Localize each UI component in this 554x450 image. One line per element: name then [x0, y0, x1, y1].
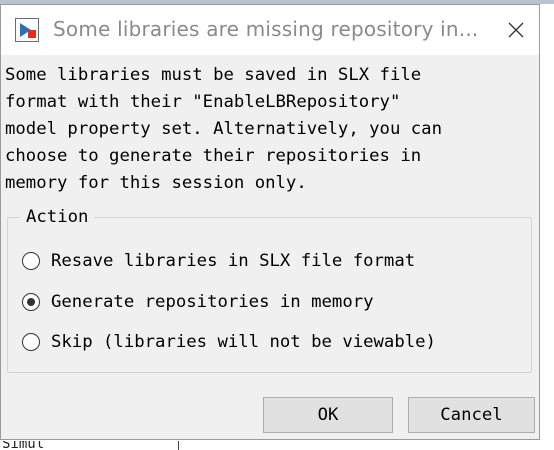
title-bar: Some libraries are missing repository in… — [1, 5, 539, 55]
option-label: Resave libraries in SLX file format — [51, 251, 416, 271]
option-label: Skip (libraries will not be viewable) — [51, 332, 436, 352]
option-label: Generate repositories in memory — [51, 292, 374, 312]
radio-generate[interactable] — [22, 293, 40, 311]
cancel-button[interactable]: Cancel — [408, 397, 535, 433]
radio-skip[interactable] — [22, 333, 40, 351]
background-divider — [178, 441, 179, 450]
close-button[interactable] — [493, 5, 539, 55]
action-groupbox: Action Resave libraries in SLX file form… — [7, 206, 532, 373]
option-resave-slx[interactable]: Resave libraries in SLX file format — [22, 248, 415, 274]
simulink-app-icon — [15, 18, 39, 42]
dialog-title: Some libraries are missing repository in… — [53, 17, 479, 41]
message-text: Some libraries must be saved in SLX file… — [5, 65, 442, 193]
background-window-content: Simul — [0, 441, 554, 450]
option-skip[interactable]: Skip (libraries will not be viewable) — [22, 329, 436, 355]
option-generate-memory[interactable]: Generate repositories in memory — [22, 289, 374, 315]
action-group-title: Action — [20, 206, 95, 228]
background-partial-text: Simul — [2, 441, 45, 450]
radio-resave[interactable] — [22, 252, 40, 270]
missing-repository-dialog: Some libraries are missing repository in… — [0, 4, 540, 440]
close-icon — [508, 22, 524, 38]
ok-button[interactable]: OK — [263, 397, 393, 433]
